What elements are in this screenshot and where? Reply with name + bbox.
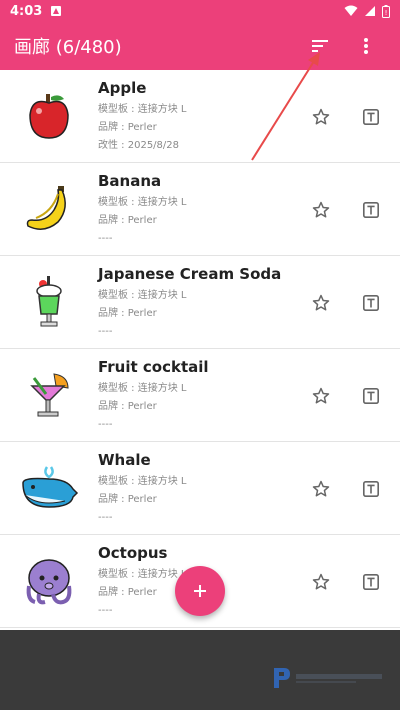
item-modified: ---- — [98, 326, 113, 337]
star-outline-icon — [312, 294, 330, 311]
add-pattern-button[interactable] — [175, 566, 225, 616]
item-name: Apple — [98, 79, 147, 97]
sort-button[interactable] — [300, 26, 340, 66]
item-name: Fruit cocktail — [98, 358, 209, 376]
favorite-button[interactable] — [306, 195, 336, 225]
pattern-thumbnail — [0, 256, 98, 349]
app-bar: 画廊 (6/480) — [0, 22, 400, 70]
text-button[interactable] — [356, 195, 386, 225]
item-board: 模型板 : 连接方块 L — [98, 476, 187, 487]
list-item[interactable]: Whale 模型板 : 连接方块 L 品牌 : Perler ---- — [0, 442, 400, 535]
banana-pattern-image — [26, 186, 66, 230]
item-modified: ---- — [98, 605, 113, 616]
pattern-thumbnail — [0, 70, 98, 163]
page-title: 画廊 (6/480) — [14, 37, 122, 58]
status-bar: 4:03 ! — [0, 0, 400, 22]
item-name: Banana — [98, 172, 162, 190]
item-modified: ---- — [98, 419, 113, 430]
item-board: 模型板 : 连接方块 L — [98, 104, 187, 115]
wifi-icon — [344, 5, 358, 16]
whale-pattern-image — [22, 466, 79, 508]
favorite-button[interactable] — [306, 102, 336, 132]
watermark-text-graphic — [296, 674, 382, 683]
item-brand: 品牌 : Perler — [98, 308, 157, 319]
list-item[interactable]: Banana 模型板 : 连接方块 L 品牌 : Perler ---- — [0, 163, 400, 256]
favorite-button[interactable] — [306, 567, 336, 597]
star-outline-icon — [312, 108, 330, 125]
item-name: Whale — [98, 451, 151, 469]
watermark-icon — [274, 668, 290, 688]
item-modified: ---- — [98, 233, 113, 244]
text-box-icon — [362, 480, 380, 498]
text-box-icon — [362, 108, 380, 126]
text-button[interactable] — [356, 102, 386, 132]
notification-icon — [51, 6, 62, 16]
favorite-button[interactable] — [306, 474, 336, 504]
gallery-list: Apple 模型板 : 连接方块 L 品牌 : Perler 改性 : 2025… — [0, 70, 400, 630]
text-button[interactable] — [356, 381, 386, 411]
item-board: 模型板 : 连接方块 L — [98, 197, 187, 208]
octopus-pattern-image — [26, 559, 72, 605]
favorite-button[interactable] — [306, 288, 336, 318]
item-brand: 品牌 : Perler — [98, 215, 157, 226]
signal-icon — [365, 6, 375, 16]
star-outline-icon — [312, 480, 330, 497]
item-name: Japanese Cream Soda — [98, 265, 282, 283]
text-button[interactable] — [356, 474, 386, 504]
item-board: 模型板 : 连接方块 L — [98, 569, 187, 580]
item-name: Octopus — [98, 544, 168, 562]
item-modified: 改性 : 2025/8/28 — [98, 140, 180, 151]
cream-soda-pattern-image — [36, 276, 62, 327]
status-time: 4:03 — [10, 3, 43, 19]
list-item[interactable]: Apple 模型板 : 连接方块 L 品牌 : Perler 改性 : 2025… — [0, 70, 400, 163]
item-brand: 品牌 : Perler — [98, 401, 157, 412]
item-modified: ---- — [98, 512, 113, 523]
pattern-thumbnail — [0, 535, 98, 628]
svg-text:!: ! — [385, 9, 388, 17]
favorite-button[interactable] — [306, 381, 336, 411]
star-outline-icon — [312, 573, 330, 590]
item-board: 模型板 : 连接方块 L — [98, 290, 187, 301]
pattern-thumbnail — [0, 349, 98, 442]
add-icon — [194, 585, 206, 597]
item-brand: 品牌 : Perler — [98, 494, 157, 505]
apple-pattern-image — [29, 94, 69, 139]
sort-icon — [312, 40, 328, 52]
star-outline-icon — [312, 201, 330, 218]
pattern-thumbnail — [0, 442, 98, 535]
fruit-cocktail-pattern-image — [30, 373, 69, 417]
text-box-icon — [362, 387, 380, 405]
text-box-icon — [362, 201, 380, 219]
item-brand: 品牌 : Perler — [98, 587, 157, 598]
more-vert-icon — [364, 38, 368, 54]
watermark-logo — [270, 666, 386, 690]
list-item[interactable]: Japanese Cream Soda 模型板 : 连接方块 L 品牌 : Pe… — [0, 256, 400, 349]
list-item[interactable]: Fruit cocktail 模型板 : 连接方块 L 品牌 : Perler … — [0, 349, 400, 442]
item-board: 模型板 : 连接方块 L — [98, 383, 187, 394]
item-brand: 品牌 : Perler — [98, 122, 157, 133]
pattern-thumbnail — [0, 163, 98, 256]
more-options-button[interactable] — [346, 26, 386, 66]
text-button[interactable] — [356, 288, 386, 318]
star-outline-icon — [312, 387, 330, 404]
text-box-icon — [362, 573, 380, 591]
battery-icon: ! — [382, 4, 390, 18]
text-box-icon — [362, 294, 380, 312]
text-button[interactable] — [356, 567, 386, 597]
